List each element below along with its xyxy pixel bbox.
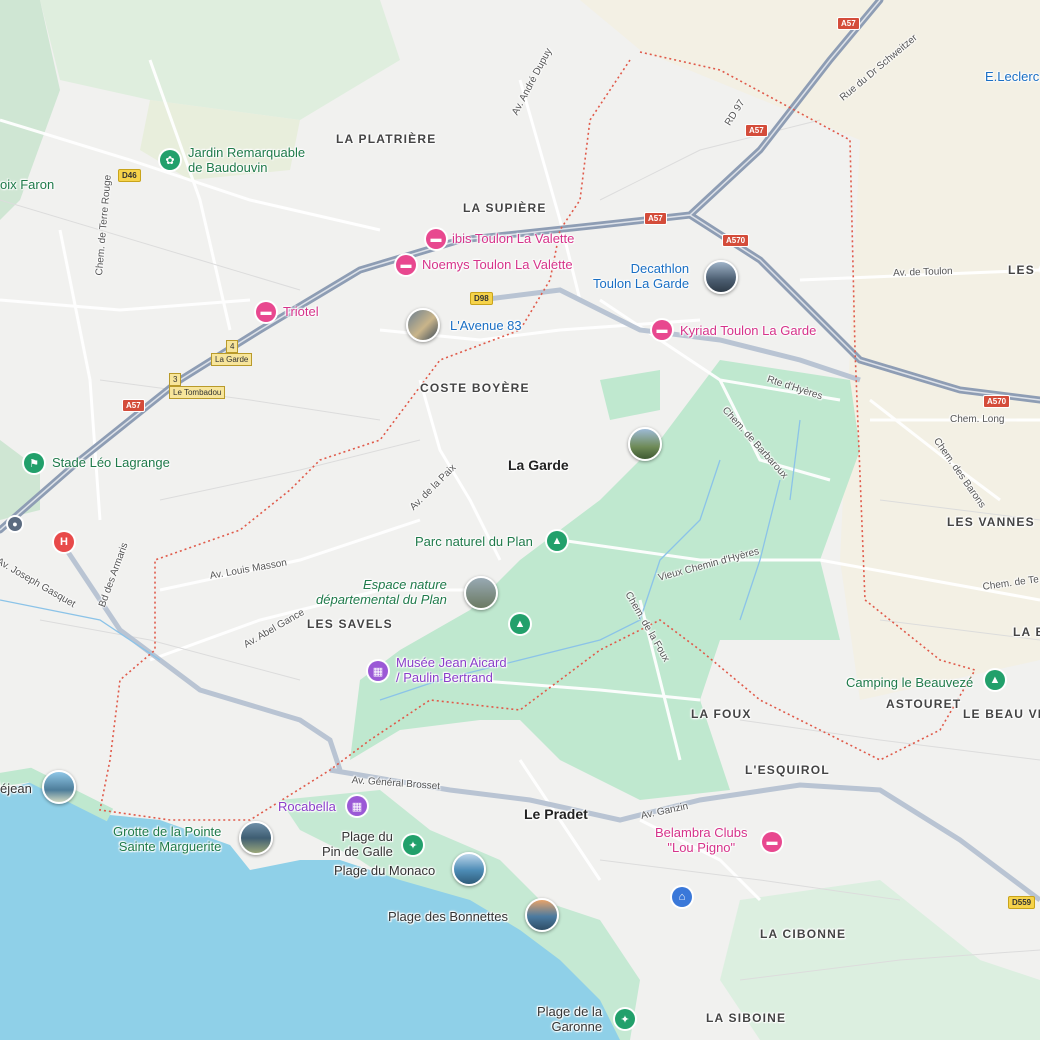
district-label: LE BEAU VEZ [963,707,1040,721]
hotel-icon[interactable]: ▬ [426,229,446,249]
district-label: ASTOURET [886,697,962,711]
poi-faron-label[interactable]: oix Faron [0,177,54,193]
district-label: LA PLATRIÈRE [336,132,437,146]
poi-espace-label[interactable]: Espace nature départemental du Plan [316,577,447,608]
home-icon[interactable]: ⌂ [672,887,692,907]
park-icon[interactable]: ▲ [510,614,530,634]
map-base-layer [0,0,1040,1040]
photo-thumbnail[interactable] [452,852,486,886]
poi-bonnettes-label[interactable]: Plage des Bonnettes [388,909,508,925]
poi-grotte-label[interactable]: Grotte de la Pointe Sainte Marguerite [113,824,221,855]
photo-thumbnail[interactable] [464,576,498,610]
exit-number: 4 [226,340,239,353]
district-label: LES SAVELS [307,617,393,631]
photo-thumbnail[interactable] [406,308,440,342]
poi-leclerc-label[interactable]: E.Leclerc [985,69,1039,85]
d98-shield: D98 [470,292,493,305]
a570-shield: A570 [983,395,1011,408]
hotel-icon[interactable]: ▬ [652,320,672,340]
park-icon[interactable]: ▲ [547,531,567,551]
district-label: L'ESQUIROL [745,763,830,777]
museum-icon[interactable]: ▦ [368,661,388,681]
d559-shield: D559 [1008,896,1036,909]
a57-shield: A57 [837,17,860,30]
street-label: Av. de Toulon [893,265,953,279]
district-label: LES CY [1008,263,1040,277]
poi-camping-label[interactable]: Camping le Beauvezé [846,675,973,691]
beach-icon[interactable]: ✦ [615,1009,635,1029]
district-label: LA SUPIÈRE [463,201,547,215]
poi-garonne-label[interactable]: Plage de la Garonne [537,1004,602,1035]
hospital-icon[interactable]: H [54,532,74,552]
jardin-icon[interactable]: ✿ [160,150,180,170]
photo-thumbnail[interactable] [42,770,76,804]
transit-icon[interactable]: ● [8,517,22,531]
photo-thumbnail[interactable] [628,427,662,461]
district-label: COSTE BOYÈRE [420,381,530,395]
beach-icon[interactable]: ✦ [403,835,423,855]
photo-thumbnail[interactable] [239,821,273,855]
poi-belambra-label[interactable]: Belambra Clubs "Lou Pigno" [655,825,748,856]
museum-icon[interactable]: ▦ [347,796,367,816]
poi-musee-label[interactable]: Musée Jean Aicard / Paulin Bertrand [396,655,507,686]
hotel-icon[interactable]: ▬ [396,255,416,275]
a57-shield: A57 [122,399,145,412]
exit-number: 3 [169,373,182,386]
street-label: Chem. Long [950,414,1005,425]
photo-thumbnail[interactable] [704,260,738,294]
poi-dejean-label[interactable]: éjean [0,781,32,797]
poi-parc-label[interactable]: Parc naturel du Plan [415,534,533,550]
exit-label: La Garde [211,353,253,366]
town-label[interactable]: Le Pradet [524,806,588,822]
district-label: LES VANNES [947,515,1035,529]
poi-kyriad-label[interactable]: Kyriad Toulon La Garde [680,323,816,339]
district-label: LA SIBOINE [706,1011,787,1025]
poi-noemys-label[interactable]: Noemys Toulon La Valette [422,257,573,273]
photo-thumbnail[interactable] [525,898,559,932]
poi-monaco-label[interactable]: Plage du Monaco [334,863,435,879]
exit-label: Le Tombadou [169,386,226,399]
a570-shield: A570 [722,234,750,247]
poi-ibis-label[interactable]: ibis Toulon La Valette [452,231,574,247]
poi-triotel-label[interactable]: Triotel [283,304,319,320]
poi-decathlon-label[interactable]: Decathlon Toulon La Garde [593,261,689,292]
poi-rocabella-label[interactable]: Rocabella [278,799,336,815]
d46-shield: D46 [118,169,141,182]
a57-shield: A57 [644,212,667,225]
stade-icon[interactable]: ⚑ [24,453,44,473]
hotel-icon[interactable]: ▬ [762,832,782,852]
poi-stade-label[interactable]: Stade Léo Lagrange [52,455,170,471]
hotel-icon[interactable]: ▬ [256,302,276,322]
district-label: LA B [1013,625,1040,639]
camping-icon[interactable]: ▲ [985,670,1005,690]
map-canvas[interactable]: A57 A57 A57 A57 A570 A570 D46 D98 D559 4… [0,0,1040,1040]
poi-jardin-label[interactable]: Jardin Remarquable de Baudouvin [188,145,305,176]
district-label: LA FOUX [691,707,752,721]
town-label[interactable]: La Garde [508,457,569,473]
a57-shield: A57 [745,124,768,137]
district-label: LA CIBONNE [760,927,847,941]
poi-pin-galle-label[interactable]: Plage du Pin de Galle [322,829,393,860]
poi-avenue83-label[interactable]: L'Avenue 83 [450,318,522,334]
